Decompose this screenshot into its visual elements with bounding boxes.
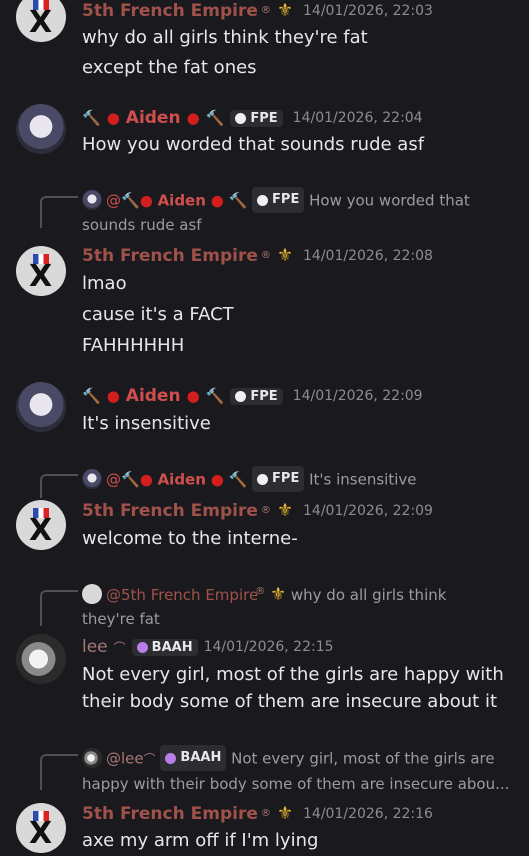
- hammer-icon: 🔨: [228, 191, 248, 210]
- message-text: why do all girls think they're fat: [82, 27, 368, 48]
- timestamp: 14/01/2026, 22:15: [203, 639, 334, 655]
- hammer-icon: 🔨: [205, 387, 225, 405]
- avatar[interactable]: [16, 104, 66, 154]
- author-name[interactable]: 5th French Empire: [82, 501, 258, 521]
- fleur-de-lis-icon: ⚜: [276, 0, 293, 21]
- server-tag: FPE: [252, 187, 305, 213]
- hammer-icon: 🔨: [228, 470, 248, 489]
- fleur-de-lis-icon: ⚜: [276, 803, 293, 824]
- message-text: FAHHHHHH: [82, 335, 185, 356]
- fleur-de-lis-icon: ⚜: [269, 584, 287, 605]
- avatar[interactable]: [16, 382, 66, 432]
- timestamp: 14/01/2026, 22:09: [292, 388, 423, 404]
- message-text: except the fat ones: [82, 57, 257, 78]
- timestamp: 14/01/2026, 22:09: [303, 502, 433, 519]
- server-tag: FPE: [252, 466, 305, 492]
- hammer-icon: 🔨: [82, 387, 101, 405]
- timestamp: 14/01/2026, 22:08: [303, 247, 433, 264]
- fleur-de-lis-icon: ⚜: [276, 500, 293, 521]
- blood-drop-icon: ●: [139, 470, 153, 489]
- blood-drop-icon: ●: [210, 191, 224, 210]
- avatar[interactable]: X: [16, 246, 66, 296]
- message-text: welcome to the interne-: [82, 528, 298, 549]
- author-name[interactable]: 5th French Empire: [82, 246, 258, 266]
- message-text: It's insensitive: [82, 413, 211, 434]
- message-text: their body some of them are insecure abo…: [82, 691, 498, 712]
- reply-preview[interactable]: @5th French Empire® ⚜ why do all girls t…: [82, 580, 512, 631]
- avatar: [82, 468, 102, 489]
- author-name[interactable]: Aiden: [126, 386, 181, 406]
- blood-drop-icon: ●: [186, 109, 200, 127]
- blood-drop-icon: ●: [186, 387, 200, 405]
- message-text: lmao: [82, 273, 127, 294]
- blood-drop-icon: ●: [106, 387, 120, 405]
- message-text: cause it's a FACT: [82, 304, 234, 325]
- avatar[interactable]: [16, 634, 66, 684]
- hammer-icon: 🔨: [121, 470, 140, 489]
- message-text: How you worded that sounds rude asf: [82, 134, 425, 155]
- author-name[interactable]: lee: [82, 637, 108, 657]
- reply-preview[interactable]: @🔨● Aiden ● 🔨 FPE How you worded that so…: [82, 187, 512, 237]
- reply-preview[interactable]: @🔨● Aiden ● 🔨 FPE It's insensitive: [82, 466, 512, 492]
- author-name[interactable]: Aiden: [126, 108, 181, 128]
- author-name[interactable]: 5th French Empire: [82, 1, 258, 21]
- author-name[interactable]: 5th French Empire: [82, 804, 258, 824]
- avatar: [82, 584, 102, 604]
- server-tag: BAAH: [160, 745, 227, 771]
- fleur-de-lis-icon: ⚜: [276, 245, 293, 266]
- timestamp: 14/01/2026, 22:04: [292, 110, 423, 126]
- avatar[interactable]: X: [16, 803, 66, 853]
- hammer-icon: 🔨: [82, 109, 101, 127]
- blood-drop-icon: ●: [106, 109, 120, 127]
- server-tag[interactable]: BAAH: [131, 638, 198, 656]
- avatar[interactable]: X: [16, 500, 66, 550]
- blood-drop-icon: ●: [139, 191, 153, 210]
- blood-drop-icon: ●: [210, 470, 224, 489]
- message-text: Not every girl, most of the girls are ha…: [82, 664, 504, 685]
- hammer-icon: 🔨: [121, 191, 140, 210]
- hammer-icon: 🔨: [205, 109, 225, 127]
- avatar: [82, 189, 102, 210]
- message-text: axe my arm off if I'm lying: [82, 830, 319, 851]
- reply-preview[interactable]: @lee⌒ BAAH Not every girl, most of the g…: [82, 745, 512, 796]
- server-tag[interactable]: FPE: [230, 109, 283, 127]
- wing-icon: ⌒: [113, 640, 126, 655]
- avatar[interactable]: X: [16, 0, 66, 42]
- timestamp: 14/01/2026, 22:16: [303, 805, 433, 822]
- timestamp: 14/01/2026, 22:03: [303, 2, 433, 19]
- avatar: [82, 747, 102, 768]
- server-tag[interactable]: FPE: [230, 387, 283, 405]
